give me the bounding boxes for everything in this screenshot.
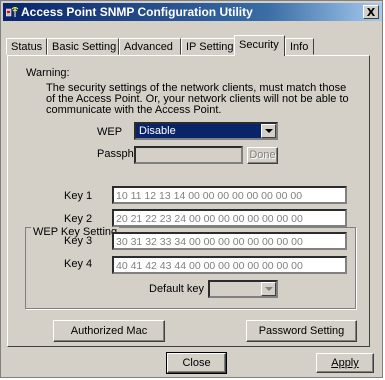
passphrase-input[interactable] bbox=[134, 146, 243, 164]
authorized-mac-button[interactable]: Authorized Mac bbox=[53, 320, 165, 342]
close-button[interactable]: Close bbox=[166, 352, 227, 374]
key-2-input[interactable]: 20 21 22 23 24 00 00 00 00 00 00 00 00 bbox=[112, 209, 347, 227]
key-2-label: Key 2 bbox=[64, 213, 93, 225]
tab-advanced[interactable]: Advanced bbox=[119, 38, 181, 55]
tab-info[interactable]: Info bbox=[285, 38, 314, 55]
key-4-label: Key 4 bbox=[64, 258, 93, 270]
warning-title: Warning: bbox=[26, 67, 70, 79]
key-4-input[interactable]: 40 41 42 43 44 00 00 00 00 00 00 00 00 bbox=[112, 256, 347, 274]
key-2-value: 20 21 22 23 24 00 00 00 00 00 00 00 00 bbox=[116, 213, 303, 225]
tab-security[interactable]: Security bbox=[234, 35, 285, 56]
chevron-down-icon bbox=[265, 287, 273, 291]
default-key-dropdown-button[interactable] bbox=[261, 282, 276, 296]
key-3-label: Key 3 bbox=[64, 235, 93, 247]
key-1-value: 10 11 12 13 14 00 00 00 00 00 00 00 00 bbox=[116, 190, 303, 202]
key-3-value: 30 31 32 33 34 00 00 00 00 00 00 00 00 bbox=[116, 236, 303, 248]
title-bar[interactable]: Access Point SNMP Configuration Utility … bbox=[3, 3, 382, 21]
warning-line-3: communicate with the Access Point. bbox=[46, 104, 222, 116]
key-1-label: Key 1 bbox=[64, 190, 93, 202]
default-key-label: Default key bbox=[149, 283, 205, 295]
password-setting-button[interactable]: Password Setting bbox=[246, 320, 357, 342]
apply-button[interactable]: Apply bbox=[316, 353, 374, 373]
wep-selected-value: Disable bbox=[139, 125, 176, 137]
default-key-select[interactable] bbox=[208, 280, 278, 298]
key-4-value: 40 41 42 43 44 00 00 00 00 00 00 00 00 bbox=[116, 260, 303, 272]
close-icon[interactable]: X bbox=[363, 5, 379, 19]
tab-basic-setting[interactable]: Basic Setting bbox=[47, 38, 119, 55]
window-title: Access Point SNMP Configuration Utility bbox=[21, 5, 253, 19]
chevron-down-icon bbox=[265, 129, 273, 133]
antenna-app-icon bbox=[5, 6, 19, 18]
wep-dropdown-button[interactable] bbox=[261, 124, 276, 138]
key-1-input[interactable]: 10 11 12 13 14 00 00 00 00 00 00 00 00 bbox=[112, 186, 347, 204]
key-3-input[interactable]: 30 31 32 33 34 00 00 00 00 00 00 00 00 bbox=[112, 232, 347, 250]
tab-status[interactable]: Status bbox=[6, 38, 47, 55]
app-window: Access Point SNMP Configuration Utility … bbox=[0, 0, 383, 378]
tab-ip-setting[interactable]: IP Setting bbox=[181, 38, 236, 55]
wep-label: WEP bbox=[97, 126, 123, 138]
warning-text: The security settings of the network cli… bbox=[46, 83, 356, 116]
done-button[interactable]: Done bbox=[247, 147, 278, 164]
wep-select[interactable]: Disable bbox=[134, 122, 278, 140]
